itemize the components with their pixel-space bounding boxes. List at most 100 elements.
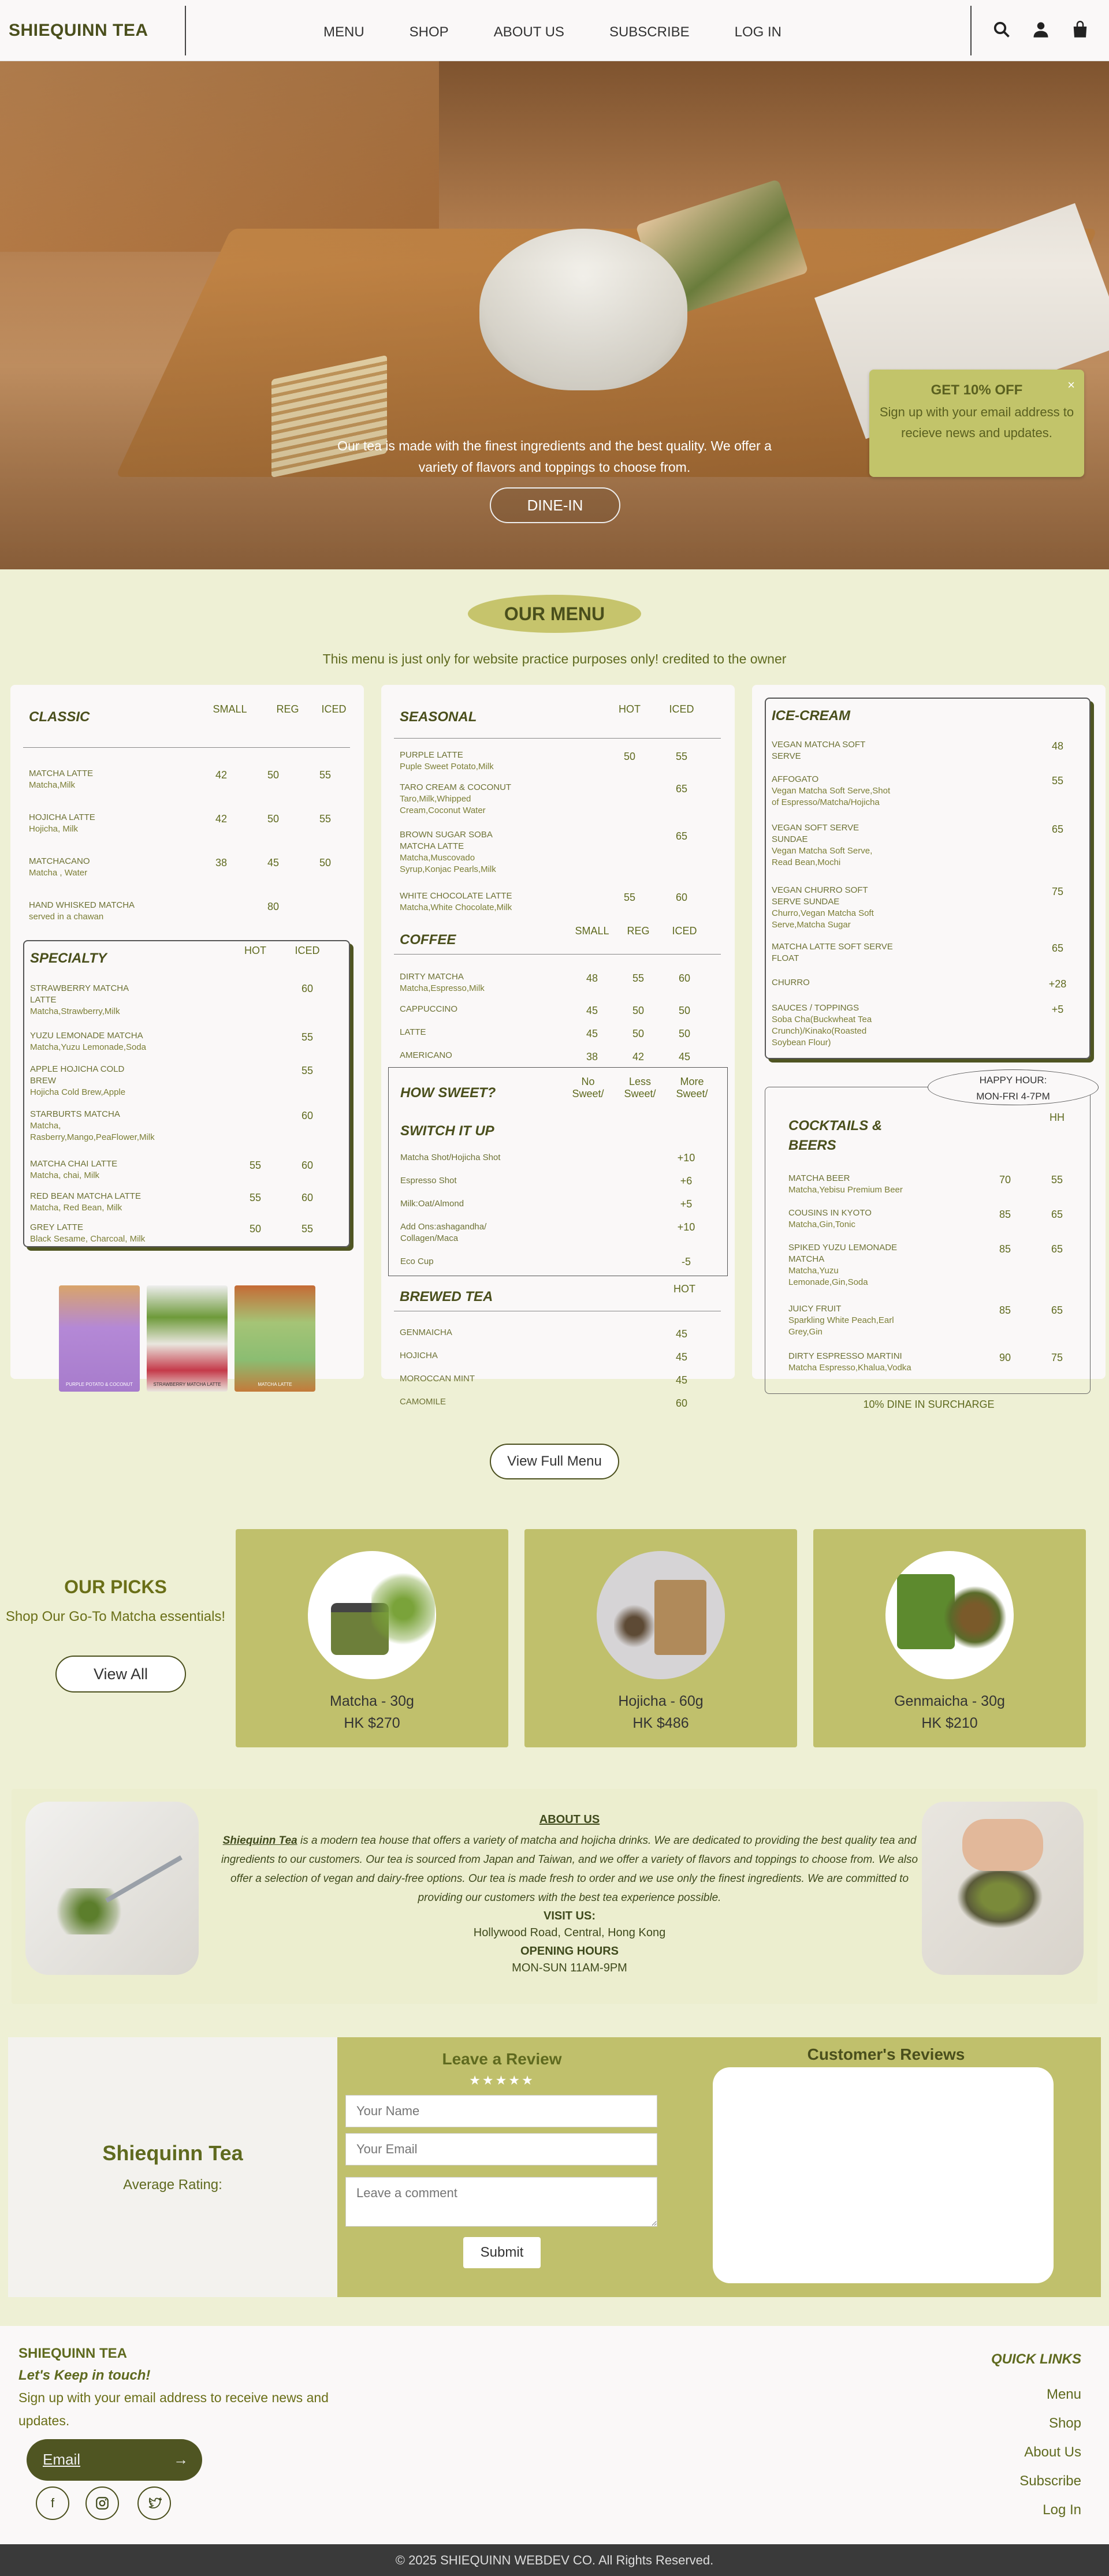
facebook-icon[interactable]: f bbox=[36, 2486, 69, 2520]
header-divider-right bbox=[970, 6, 972, 55]
price: 55 bbox=[632, 972, 645, 984]
price: 50 bbox=[632, 1028, 645, 1039]
brewed-title: BREWED TEA bbox=[400, 1289, 493, 1304]
menu-item: HOJICHA LATTE Hojicha, Milk bbox=[29, 812, 95, 834]
price: 45 bbox=[675, 1351, 688, 1363]
addon-item: Matcha Shot/Hojicha Shot bbox=[400, 1153, 501, 1162]
email-subscribe-field[interactable]: Email → bbox=[27, 2439, 202, 2481]
price: 60 bbox=[675, 892, 688, 903]
price: 85 bbox=[999, 1243, 1011, 1255]
bag-icon[interactable] bbox=[1071, 21, 1089, 38]
menu-item: MATCHA LATTE Matcha,Milk bbox=[29, 769, 94, 790]
brand-logo[interactable]: SHIEQUINN TEA bbox=[9, 21, 148, 40]
search-icon[interactable] bbox=[993, 21, 1010, 38]
promo-body: Sign up with your email address to recie… bbox=[879, 405, 1074, 440]
footer-link-shop[interactable]: Shop bbox=[991, 2409, 1081, 2438]
price: 80 bbox=[267, 901, 280, 912]
price: +5 bbox=[1051, 1004, 1064, 1015]
price: 60 bbox=[301, 1110, 314, 1121]
col-iced: ICED bbox=[669, 703, 694, 715]
twitter-icon[interactable] bbox=[137, 2486, 171, 2520]
price: 55 bbox=[1051, 775, 1064, 786]
name-input[interactable] bbox=[345, 2095, 657, 2127]
menu-item: COUSINS IN KYOTO Matcha,Gin,Tonic bbox=[788, 1208, 872, 1229]
col-hot: HOT bbox=[244, 945, 266, 956]
menu-item: HAND WHISKED MATCHA served in a chawan bbox=[29, 900, 135, 922]
nav-about[interactable]: ABOUT US bbox=[494, 24, 564, 40]
nav-subscribe[interactable]: SUBSCRIBE bbox=[609, 24, 690, 40]
product-price: HK $210 bbox=[921, 1715, 978, 1731]
picks-subtitle: Shop Our Go-To Matcha essentials! bbox=[5, 1609, 226, 1624]
price: 50 bbox=[319, 857, 332, 868]
price: 45 bbox=[675, 1374, 688, 1386]
price: 65 bbox=[675, 830, 688, 842]
col-hot: HOT bbox=[619, 703, 641, 715]
product-name: Hojicha - 60g bbox=[618, 1693, 704, 1709]
menu-item: DIRTY MATCHA Matcha,Espresso,Milk bbox=[400, 972, 485, 993]
star-rating-input[interactable]: ★★★★★ bbox=[337, 2073, 667, 2088]
col-hot: HOT bbox=[673, 1283, 695, 1295]
main-nav: MENU SHOP ABOUT US SUBSCRIBE LOG IN bbox=[323, 24, 781, 40]
user-icon[interactable] bbox=[1032, 21, 1050, 38]
footer-link-menu[interactable]: Menu bbox=[991, 2380, 1081, 2409]
menu-item: VEGAN SOFT SERVE SUNDAE Vegan Matcha Soft… bbox=[772, 823, 873, 867]
nav-menu[interactable]: MENU bbox=[323, 24, 364, 40]
price: 38 bbox=[215, 857, 228, 868]
col-small: SMALL bbox=[575, 925, 609, 937]
price: 55 bbox=[301, 1223, 314, 1235]
price: +5 bbox=[680, 1198, 693, 1210]
price: -5 bbox=[681, 1256, 691, 1268]
comment-textarea[interactable] bbox=[345, 2177, 657, 2227]
promo-popup: × GET 10% OFF Sign up with your email ad… bbox=[869, 370, 1084, 477]
product-name: Genmaicha - 30g bbox=[894, 1693, 1005, 1709]
divider bbox=[394, 738, 721, 739]
email-input[interactable] bbox=[345, 2133, 657, 2165]
coffee-title: COFFEE bbox=[400, 932, 456, 948]
nav-login[interactable]: LOG IN bbox=[735, 24, 781, 40]
email-label[interactable]: Email bbox=[43, 2451, 80, 2469]
visit-label: VISIT US: bbox=[543, 1910, 596, 1922]
price: 45 bbox=[586, 1005, 598, 1016]
price: 42 bbox=[632, 1051, 645, 1063]
about-section: ABOUT US Shiequinn Tea is a modern tea h… bbox=[12, 1789, 1097, 2004]
product-card[interactable]: Hojicha - 60g HK $486 bbox=[524, 1529, 797, 1747]
instagram-icon[interactable] bbox=[85, 2486, 119, 2520]
close-icon[interactable]: × bbox=[1067, 378, 1075, 393]
address: Hollywood Road, Central, Hong Kong bbox=[473, 1926, 666, 1939]
menu-item: VEGAN MATCHA SOFT SERVE bbox=[772, 740, 865, 761]
col-iced: ICED bbox=[321, 703, 347, 715]
product-price: HK $270 bbox=[344, 1715, 400, 1731]
rating-brand: Shiequinn Tea bbox=[102, 2141, 243, 2165]
submit-button[interactable]: Submit bbox=[463, 2237, 541, 2268]
dine-in-button[interactable]: DINE-IN bbox=[490, 487, 620, 523]
menu-card-seasonal: SEASONAL HOT ICED PURPLE LATTE Puple Swee… bbox=[381, 685, 735, 1409]
col-more-sweet: More Sweet/ bbox=[676, 1076, 708, 1099]
surcharge-note: 10% DINE IN SURCHARGE bbox=[863, 1399, 995, 1410]
price: 42 bbox=[215, 769, 228, 781]
promo-title: GET 10% OFF bbox=[931, 382, 1023, 398]
price: 55 bbox=[249, 1160, 262, 1171]
view-all-button[interactable]: View All bbox=[55, 1656, 186, 1693]
footer-link-login[interactable]: Log In bbox=[991, 2496, 1081, 2525]
price: 55 bbox=[675, 751, 688, 762]
hours-label: OPENING HOURS bbox=[520, 1945, 619, 1958]
menu-item: JUICY FRUIT Sparkling White Peach,Earl Gr… bbox=[788, 1304, 894, 1337]
rating-summary: Shiequinn Tea Average Rating: bbox=[8, 2037, 337, 2297]
price: 60 bbox=[678, 972, 691, 984]
review-form-title: Leave a Review bbox=[442, 2050, 562, 2068]
view-full-menu-button[interactable]: View Full Menu bbox=[490, 1444, 619, 1479]
addon-item: Add Ons:ashagandha/ Collagen/Maca bbox=[400, 1222, 487, 1243]
nav-shop[interactable]: SHOP bbox=[410, 24, 449, 40]
addon-item: Milk:Oat/Almond bbox=[400, 1199, 464, 1209]
menu-item: CAPPUCCINO bbox=[400, 1004, 458, 1014]
footer-link-subscribe[interactable]: Subscribe bbox=[991, 2467, 1081, 2496]
col-no-sweet: No Sweet/ bbox=[572, 1076, 604, 1099]
menu-title-pill: OUR MENU bbox=[468, 595, 641, 633]
footer-link-about[interactable]: About Us bbox=[991, 2438, 1081, 2467]
addon-item: Eco Cup bbox=[400, 1257, 434, 1266]
arrow-right-icon[interactable]: → bbox=[173, 2451, 188, 2469]
product-card[interactable]: Genmaicha - 30g HK $210 bbox=[813, 1529, 1086, 1747]
product-card[interactable]: Matcha - 30g HK $270 bbox=[236, 1529, 508, 1747]
header-divider bbox=[185, 6, 186, 55]
price: +10 bbox=[677, 1221, 695, 1233]
